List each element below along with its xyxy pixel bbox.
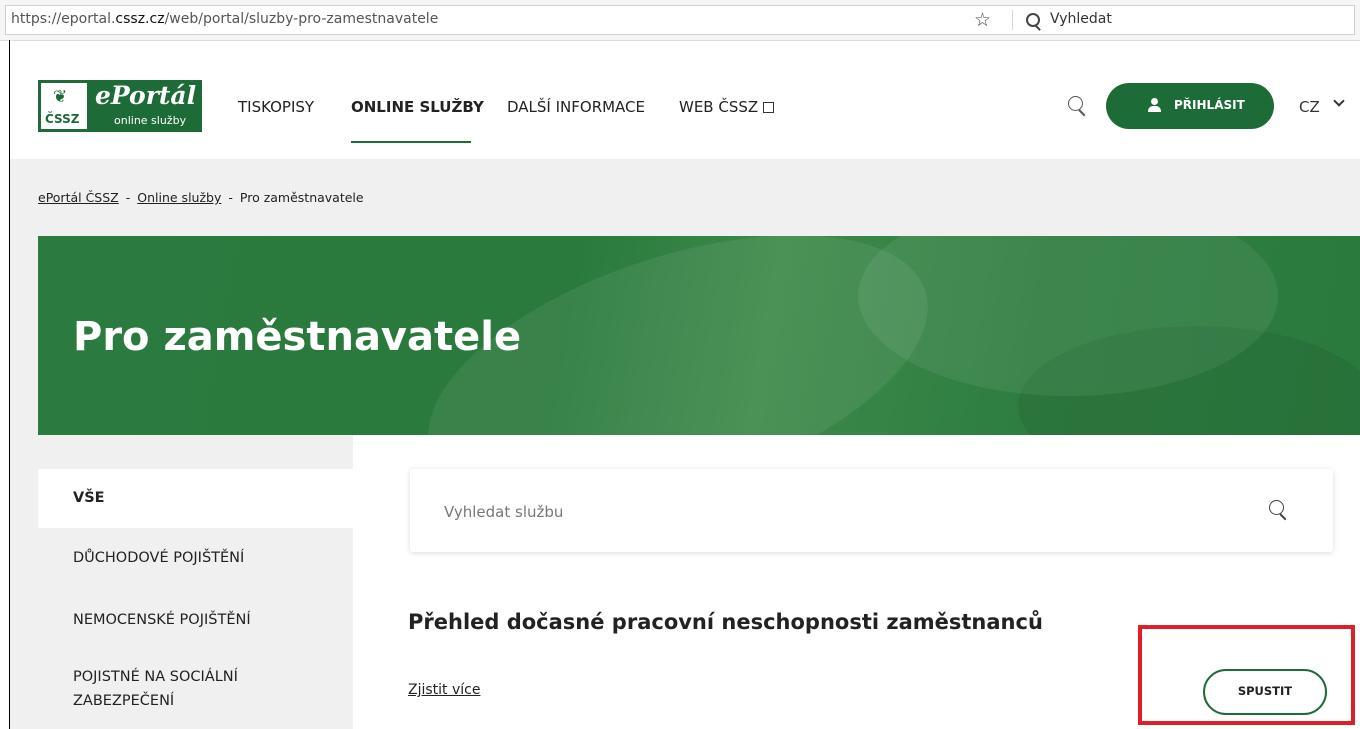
browser-toolbar: https://eportal.cssz.cz/web/portal/sluzb… bbox=[0, 0, 1360, 41]
browser-search-icon bbox=[1026, 13, 1040, 27]
bookmark-star-icon[interactable]: ☆ bbox=[974, 9, 991, 31]
breadcrumb-online-sluzby[interactable]: Online služby bbox=[137, 190, 221, 205]
nav-dalsi-informace[interactable]: DALŠÍ INFORMACE bbox=[507, 98, 645, 116]
address-bar[interactable]: https://eportal.cssz.cz/web/portal/sluzb… bbox=[5, 5, 1355, 35]
login-label: PŘIHLÁSIT bbox=[1174, 98, 1245, 112]
header-search-icon[interactable] bbox=[1068, 96, 1083, 111]
chevron-down-icon[interactable] bbox=[1333, 95, 1345, 107]
nav-active-underline bbox=[351, 141, 471, 143]
hero-banner: Pro zaměstnavatele bbox=[38, 236, 1360, 435]
logo-subtitle: online služby bbox=[114, 114, 187, 127]
nav-web-cssz-label: WEB ČSSZ bbox=[679, 98, 759, 116]
nav-web-cssz[interactable]: WEB ČSSZ bbox=[679, 98, 775, 116]
nav-tiskopisy[interactable]: TISKOPISY bbox=[238, 98, 314, 116]
login-button[interactable]: PŘIHLÁSIT bbox=[1106, 83, 1274, 129]
language-selector[interactable]: CZ bbox=[1299, 98, 1320, 116]
sidebar-item-vse[interactable]: VŠE bbox=[38, 469, 353, 528]
service-title: Přehled dočasné pracovní neschopnosti za… bbox=[408, 610, 1043, 634]
search-icon[interactable] bbox=[1269, 500, 1284, 515]
site-header: ❦ ČSSZ ePortál online služby TISKOPISY O… bbox=[10, 41, 1360, 159]
breadcrumb-separator: - bbox=[228, 190, 233, 205]
breadcrumb: ePortál ČSSZ - Online služby - Pro zaměstnav… bbox=[38, 190, 364, 205]
category-sidebar: VŠE DŮCHODOVÉ POJIŠTĚNÍ NEMOCENSKÉ POJIŠ… bbox=[38, 435, 353, 729]
sidebar-item-duchodove[interactable]: DŮCHODOVÉ POJIŠTĚNÍ bbox=[38, 528, 353, 588]
address-divider bbox=[1012, 10, 1013, 30]
breadcrumb-eportal[interactable]: ePortál ČSSZ bbox=[38, 190, 119, 205]
external-link-icon bbox=[763, 102, 775, 113]
breadcrumb-separator: - bbox=[125, 190, 131, 205]
sidebar-item-nemocenske[interactable]: NEMOCENSKÉ POJIŠTĚNÍ bbox=[38, 588, 353, 653]
learn-more-link[interactable]: Zjistit více bbox=[408, 682, 480, 698]
run-button[interactable]: SPUSTIT bbox=[1203, 669, 1327, 715]
page-title: Pro zaměstnavatele bbox=[73, 314, 522, 360]
service-search-input[interactable]: Vyhledat službu bbox=[444, 503, 563, 521]
logo-name: ePortál bbox=[95, 81, 197, 110]
nav-online-sluzby[interactable]: ONLINE SLUŽBY bbox=[351, 98, 484, 116]
cssz-emblem: ❦ ČSSZ bbox=[39, 81, 89, 131]
service-search[interactable]: Vyhledat službu bbox=[410, 469, 1333, 552]
url-text[interactable]: https://eportal.cssz.cz/web/portal/sluzb… bbox=[11, 11, 438, 27]
browser-search-input[interactable]: Vyhledat bbox=[1050, 11, 1112, 27]
run-label: SPUSTIT bbox=[1237, 684, 1293, 698]
sidebar-item-pojistne[interactable]: POJISTNÉ NA SOCIÁLNÍ ZABEZPEČENÍ bbox=[38, 665, 353, 725]
logo-org: ČSSZ bbox=[45, 112, 80, 126]
user-icon bbox=[1148, 98, 1161, 112]
leaf-icon: ❦ bbox=[53, 87, 68, 107]
breadcrumb-current: Pro zaměstnavatele bbox=[239, 190, 364, 205]
eportal-logo[interactable]: ❦ ČSSZ ePortál online služby bbox=[38, 80, 202, 132]
